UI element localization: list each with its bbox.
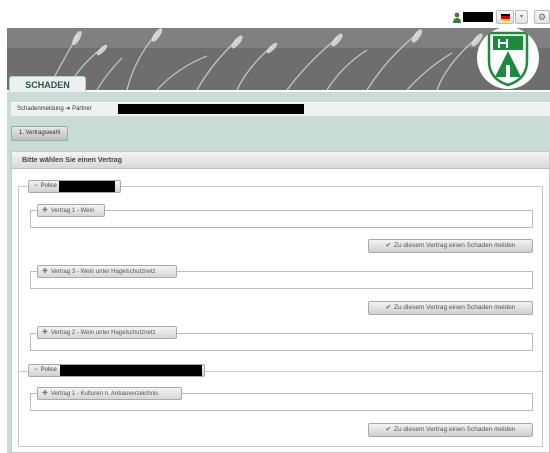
- contract-label: Vertrag 3 - Wein unter Hagelschutznetz: [50, 269, 156, 275]
- collapse-icon: −: [34, 367, 38, 373]
- report-claim-button[interactable]: ✔ Zu diesem Vertrag einen Schaden melden: [368, 301, 533, 315]
- breadcrumb-text: Schadenmeldung ➜ Partner: [17, 106, 92, 112]
- partner-name-redacted: [118, 104, 304, 114]
- step-vertragswahl-button[interactable]: 1. Vertragswahl: [11, 126, 68, 141]
- contract-label: Vertrag 2 - Wein unter Hagelschutznetz: [50, 330, 156, 336]
- user-icon: [453, 12, 461, 23]
- expand-icon: ✚: [42, 207, 48, 214]
- report-claim-label: Zu diesem Vertrag einen Schaden melden: [394, 304, 516, 311]
- check-icon: ✔: [385, 426, 392, 433]
- policy-number-redacted: [59, 181, 115, 192]
- expand-icon: ✚: [42, 390, 48, 397]
- top-bar: ▾ ⚙: [0, 0, 550, 26]
- report-claim-label: Zu diesem Vertrag einen Schaden melden: [394, 242, 516, 249]
- breadcrumb: Schadenmeldung ➜ Partner: [11, 102, 550, 116]
- contract-toggle-button[interactable]: ✚ Vertrag 1 - Wein: [37, 204, 105, 217]
- language-button[interactable]: [496, 10, 514, 24]
- gear-icon[interactable]: ⚙: [534, 10, 550, 24]
- expand-icon: ✚: [42, 329, 48, 336]
- contract-box: [30, 210, 533, 228]
- check-icon: ✔: [385, 242, 392, 249]
- chevron-down-icon[interactable]: ▾: [515, 10, 528, 24]
- grass-banner-image: [7, 28, 550, 90]
- policy-label: Police: [40, 183, 57, 189]
- collapse-icon: −: [34, 183, 38, 189]
- expand-icon: ✚: [42, 268, 48, 275]
- username-redacted: [463, 12, 493, 22]
- contract-toggle-button[interactable]: ✚ Vertrag 1 - Kulturen n. Anbauverzeichni…: [37, 387, 182, 400]
- panel-title: Bitte wählen Sie einen Vertrag: [12, 152, 549, 169]
- report-claim-button[interactable]: ✔ Zu diesem Vertrag einen Schaden melden: [368, 423, 533, 437]
- crest-logo: [477, 27, 539, 89]
- contract-selection-panel: Bitte wählen Sie einen Vertrag − Police ✚…: [11, 151, 550, 453]
- contract-toggle-button[interactable]: ✚ Vertrag 3 - Wein unter Hagelschutznetz: [37, 265, 177, 278]
- report-claim-button[interactable]: ✔ Zu diesem Vertrag einen Schaden melden: [368, 239, 533, 253]
- report-claim-label: Zu diesem Vertrag einen Schaden melden: [394, 426, 516, 433]
- tab-schaden[interactable]: SCHADEN: [9, 76, 86, 92]
- german-flag-icon: [501, 14, 510, 21]
- contract-label: Vertrag 1 - Kulturen n. Anbauverzeichnis: [50, 391, 159, 397]
- header-banner: [7, 28, 550, 90]
- contract-label: Vertrag 1 - Wein: [50, 208, 95, 214]
- policy-label: Police: [40, 367, 57, 373]
- contract-toggle-button[interactable]: ✚ Vertrag 2 - Wein unter Hagelschutznetz: [37, 326, 177, 339]
- policy-number-redacted: [60, 365, 202, 376]
- check-icon: ✔: [385, 304, 392, 311]
